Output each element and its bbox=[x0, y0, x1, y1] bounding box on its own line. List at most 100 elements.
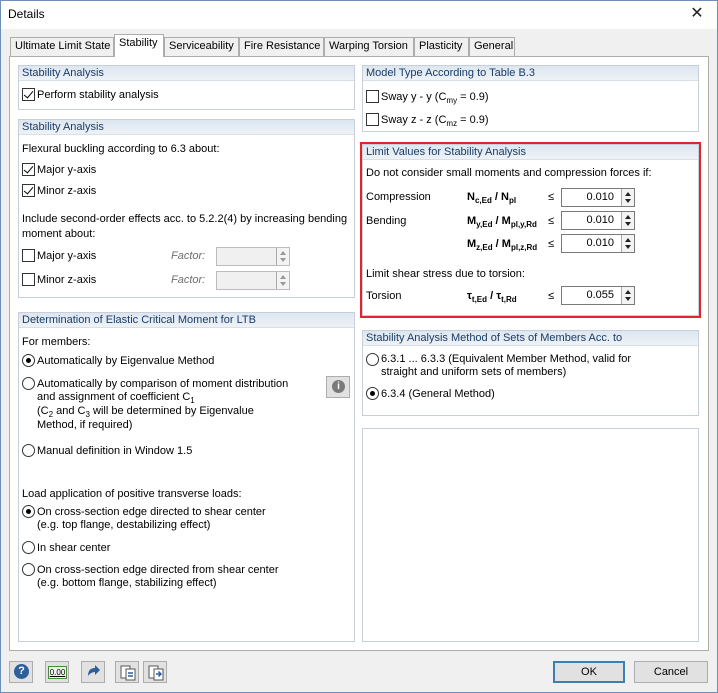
perform-stability-checkbox[interactable] bbox=[22, 88, 35, 101]
bending-y-limit-input[interactable]: 0.010 bbox=[561, 211, 635, 230]
close-button[interactable]: ✕ bbox=[683, 3, 711, 25]
spin-down-icon bbox=[625, 222, 631, 226]
factor-major-spinner[interactable] bbox=[276, 248, 289, 265]
second-order-major-label: Major y-axis bbox=[37, 250, 97, 262]
cancel-button[interactable]: Cancel bbox=[634, 661, 708, 683]
help-button[interactable]: ? bbox=[9, 661, 33, 683]
major-y-axis-checkbox[interactable] bbox=[22, 163, 35, 176]
torsion-spinner[interactable] bbox=[621, 287, 634, 304]
torsion-limit-value: 0.055 bbox=[586, 289, 614, 301]
sway-text: = 0.9) bbox=[457, 114, 489, 126]
compression-label: Compression bbox=[366, 191, 431, 203]
import-button[interactable] bbox=[143, 661, 167, 683]
le-symbol: ≤ bbox=[548, 191, 555, 203]
spin-up-icon bbox=[280, 251, 286, 255]
units-icon-text: 0.00 bbox=[49, 668, 66, 677]
sway-z-label: Sway z - z (Cmz = 0.9) bbox=[381, 114, 489, 128]
compression-spinner[interactable] bbox=[621, 189, 634, 206]
compression-formula: Nc,Ed / Npl bbox=[467, 191, 516, 205]
tab-plasticity[interactable]: Plasticity bbox=[414, 37, 469, 56]
spin-up-icon bbox=[625, 215, 631, 219]
formula-sub: c,Ed bbox=[474, 196, 492, 206]
second-order-minor-checkbox[interactable] bbox=[22, 273, 35, 286]
spin-down-icon bbox=[280, 282, 286, 286]
factor-label-major: Factor: bbox=[171, 250, 206, 262]
torsion-limit-input[interactable]: 0.055 bbox=[561, 286, 635, 305]
equivalent-member-method-radio[interactable] bbox=[366, 353, 379, 366]
bending-y-formula: My,Ed / Mpl,y,Rd bbox=[467, 215, 537, 229]
load-to-shear-center-line1: On cross-section edge directed to shear … bbox=[37, 506, 266, 518]
window-title: Details bbox=[8, 7, 45, 21]
export-button[interactable] bbox=[115, 661, 139, 683]
stability-analysis-perform-group: Stability Analysis bbox=[18, 65, 355, 110]
flexural-buckling-label: Flexural buckling according to 6.3 about… bbox=[22, 143, 220, 155]
group-header: Determination of Elastic Critical Moment… bbox=[19, 313, 354, 328]
torsion-label: Torsion bbox=[366, 290, 402, 302]
spin-down-icon bbox=[280, 258, 286, 262]
units-icon: 0.00 bbox=[48, 666, 67, 679]
tab-serviceability[interactable]: Serviceability bbox=[164, 37, 239, 56]
bending-y-spinner[interactable] bbox=[621, 212, 634, 229]
tab-ultimate-limit-state[interactable]: Ultimate Limit State bbox=[10, 37, 114, 56]
general-method-label: 6.3.4 (General Method) bbox=[381, 388, 495, 400]
bending-z-spinner[interactable] bbox=[621, 235, 634, 252]
c-text: will be determined by Eigenvalue bbox=[89, 405, 254, 417]
moment-sub: 1 bbox=[190, 396, 195, 406]
for-members-label: For members: bbox=[22, 336, 91, 348]
torsion-formula: τt,Ed / τt,Rd bbox=[467, 290, 517, 304]
perform-stability-label: Perform stability analysis bbox=[37, 89, 159, 101]
bending-z-limit-input[interactable]: 0.010 bbox=[561, 234, 635, 253]
formula-sub: pl,y,Rd bbox=[510, 220, 537, 230]
second-order-minor-label: Minor z-axis bbox=[37, 274, 97, 286]
spin-up-icon bbox=[280, 275, 286, 279]
tab-warping-torsion[interactable]: Warping Torsion bbox=[324, 37, 414, 56]
bending-z-formula: Mz,Ed / Mpl,z,Rd bbox=[467, 238, 537, 252]
eigenvalue-radio[interactable] bbox=[22, 354, 35, 367]
tab-stability[interactable]: Stability bbox=[114, 34, 164, 57]
load-from-shear-center-radio[interactable] bbox=[22, 563, 35, 576]
spin-down-icon bbox=[625, 245, 631, 249]
sway-z-checkbox[interactable] bbox=[366, 113, 379, 126]
factor-minor-input[interactable] bbox=[216, 271, 290, 290]
formula-sub: pl,z,Rd bbox=[510, 243, 538, 253]
factor-label-minor: Factor: bbox=[171, 274, 206, 286]
limit-intro-label: Do not consider small moments and compre… bbox=[366, 167, 652, 179]
minor-z-axis-checkbox[interactable] bbox=[22, 184, 35, 197]
le-symbol: ≤ bbox=[548, 215, 555, 227]
factor-major-input[interactable] bbox=[216, 247, 290, 266]
load-to-shear-center-radio[interactable] bbox=[22, 505, 35, 518]
formula-sub: z,Ed bbox=[476, 243, 493, 253]
spin-down-icon bbox=[625, 297, 631, 301]
sway-y-label: Sway y - y (Cmy = 0.9) bbox=[381, 91, 489, 105]
sway-y-checkbox[interactable] bbox=[366, 90, 379, 103]
reset-defaults-button[interactable] bbox=[81, 661, 105, 683]
units-button[interactable]: 0.00 bbox=[45, 661, 69, 683]
formula-sub: t,Rd bbox=[501, 295, 517, 305]
export-document-icon bbox=[120, 665, 136, 681]
tab-general[interactable]: General bbox=[469, 37, 515, 56]
manual-definition-label: Manual definition in Window 1.5 bbox=[37, 445, 193, 457]
shear-limit-label: Limit shear stress due to torsion: bbox=[366, 268, 525, 280]
info-button[interactable]: i bbox=[326, 376, 350, 398]
moment-distribution-radio[interactable] bbox=[22, 377, 35, 390]
load-from-shear-center-line1: On cross-section edge directed from shea… bbox=[37, 564, 279, 576]
general-method-radio[interactable] bbox=[366, 387, 379, 400]
formula-text: / τ bbox=[487, 290, 502, 302]
equivalent-member-method-line2: straight and uniform sets of members) bbox=[381, 366, 567, 378]
formula-sub: pl bbox=[508, 196, 517, 206]
load-in-shear-center-radio[interactable] bbox=[22, 541, 35, 554]
empty-info-panel bbox=[362, 428, 699, 642]
reset-arrow-icon bbox=[88, 665, 100, 676]
manual-definition-radio[interactable] bbox=[22, 444, 35, 457]
second-order-major-checkbox[interactable] bbox=[22, 249, 35, 262]
group-header: Model Type According to Table B.3 bbox=[363, 66, 698, 81]
spin-down-icon bbox=[625, 199, 631, 203]
factor-minor-spinner[interactable] bbox=[276, 272, 289, 289]
compression-limit-input[interactable]: 0.010 bbox=[561, 188, 635, 207]
ok-button[interactable]: OK bbox=[553, 661, 625, 683]
minor-z-axis-label: Minor z-axis bbox=[37, 185, 97, 197]
tab-fire-resistance[interactable]: Fire Resistance bbox=[239, 37, 324, 56]
spin-up-icon bbox=[625, 192, 631, 196]
major-y-axis-label: Major y-axis bbox=[37, 164, 97, 176]
info-icon: i bbox=[332, 380, 345, 393]
